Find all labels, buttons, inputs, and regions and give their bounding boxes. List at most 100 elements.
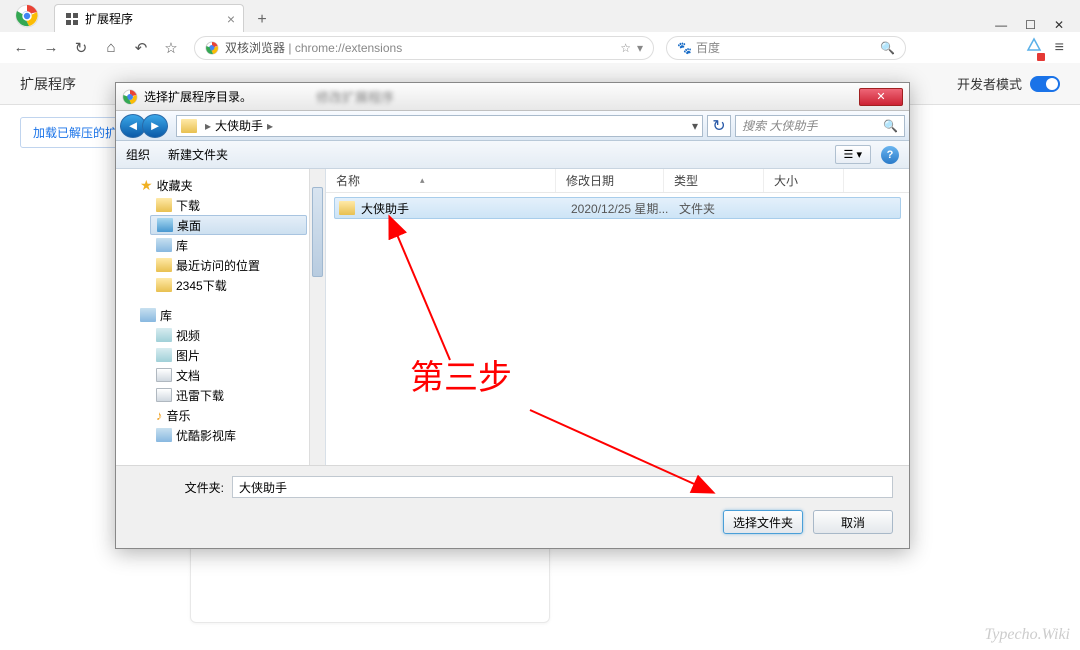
site-favicon-icon — [205, 41, 219, 55]
tree-xunlei[interactable]: 迅雷下载 — [126, 385, 325, 405]
tree-music[interactable]: ♪音乐 — [126, 405, 325, 425]
folder-icon — [156, 278, 172, 292]
browser-tab[interactable]: 扩展程序 × — [54, 4, 244, 32]
annotation-label: 第三步 — [410, 350, 512, 399]
reload-button[interactable]: ↻ — [68, 35, 94, 61]
tree-youku[interactable]: 优酷影视库 — [126, 425, 325, 445]
tab-strip: 扩展程序 × + — ☐ ✕ — [0, 0, 1080, 32]
baidu-icon: 🐾 — [677, 41, 692, 55]
browser-chrome: 扩展程序 × + — ☐ ✕ ← → ↻ ⌂ ↶ ☆ 双核浏览器 | chrom… — [0, 0, 1080, 63]
url-actions: ☆ ▾ — [620, 41, 643, 55]
scrollbar-thumb[interactable] — [312, 187, 323, 277]
menu-button[interactable]: ≡ — [1055, 39, 1064, 57]
cancel-button[interactable]: 取消 — [813, 510, 893, 534]
folder-icon — [181, 119, 197, 133]
new-tab-button[interactable]: + — [250, 8, 274, 32]
watermark: Typecho.Wiki — [985, 626, 1070, 644]
search-placeholder: 搜索 大侠助手 — [742, 117, 817, 134]
folder-icon — [156, 428, 172, 442]
col-name[interactable]: 名称▴ — [326, 169, 556, 192]
dialog-body: ★收藏夹 下载 桌面 库 最近访问的位置 2345下载 库 视频 图片 文档 迅… — [116, 169, 909, 465]
tree-documents[interactable]: 文档 — [126, 365, 325, 385]
dialog-icon — [122, 89, 138, 105]
window-controls: — ☐ ✕ — [979, 18, 1080, 32]
folder-icon — [156, 258, 172, 272]
file-row-selected[interactable]: 大侠助手 2020/12/25 星期... 文件夹 — [334, 197, 901, 219]
column-headers[interactable]: 名称▴ 修改日期 类型 大小 — [326, 169, 909, 193]
tree-pictures[interactable]: 图片 — [126, 345, 325, 365]
col-type[interactable]: 类型 — [664, 169, 764, 192]
col-date[interactable]: 修改日期 — [556, 169, 664, 192]
dialog-titlebar[interactable]: 选择扩展程序目录。 修改扩展程序 ✕ — [116, 83, 909, 111]
new-folder-button[interactable]: 新建文件夹 — [168, 146, 228, 163]
tree-recent[interactable]: 最近访问的位置 — [126, 255, 325, 275]
url-input[interactable]: 双核浏览器 | chrome://extensions ☆ ▾ — [194, 36, 654, 60]
file-date: 2020/12/25 星期... — [571, 200, 679, 217]
chevron-right-icon: ▸ — [205, 119, 211, 133]
help-button[interactable]: ? — [881, 146, 899, 164]
tab-close-icon[interactable]: × — [227, 11, 235, 27]
breadcrumb-item[interactable]: 大侠助手 — [215, 117, 263, 134]
dialog-close-button[interactable]: ✕ — [859, 88, 903, 106]
star-icon[interactable]: ☆ — [620, 41, 631, 55]
select-folder-button[interactable]: 选择文件夹 — [723, 510, 803, 534]
tree-video[interactable]: 视频 — [126, 325, 325, 345]
col-size[interactable]: 大小 — [764, 169, 844, 192]
page-title: 扩展程序 — [20, 74, 76, 94]
refresh-button[interactable]: ↻ — [707, 115, 731, 137]
load-unpacked-button[interactable]: 加载已解压的扩 — [20, 117, 130, 148]
pictures-icon — [156, 348, 172, 362]
notification-icon[interactable] — [1025, 36, 1043, 59]
bookmark-button[interactable]: ☆ — [158, 35, 184, 61]
breadcrumb-dropdown-icon[interactable]: ▾ — [692, 119, 698, 133]
back-button[interactable]: ← — [8, 35, 34, 61]
nav-forward-button[interactable]: ► — [142, 114, 168, 138]
tree-scrollbar[interactable] — [309, 169, 325, 465]
search-input[interactable]: 🐾 百度 🔍 — [666, 36, 906, 60]
folder-picker-dialog: 选择扩展程序目录。 修改扩展程序 ✕ ◄ ► ▸ 大侠助手 ▸ ▾ ↻ 搜索 大… — [115, 82, 910, 549]
tree-2345[interactable]: 2345下载 — [126, 275, 325, 295]
blurred-text: 修改扩展程序 — [316, 87, 394, 106]
tree-favorites[interactable]: ★收藏夹 — [126, 175, 325, 195]
star-icon: ★ — [140, 177, 153, 194]
developer-mode-toggle[interactable]: 开发者模式 — [957, 74, 1060, 93]
view-mode-button[interactable]: ☰ ▾ — [835, 145, 871, 164]
music-icon: ♪ — [156, 408, 163, 423]
video-icon — [156, 328, 172, 342]
url-text: 双核浏览器 | chrome://extensions — [225, 39, 402, 56]
address-bar: ← → ↻ ⌂ ↶ ☆ 双核浏览器 | chrome://extensions … — [0, 32, 1080, 63]
file-name: 大侠助手 — [361, 200, 571, 217]
dropdown-icon[interactable]: ▾ — [637, 41, 643, 55]
file-type: 文件夹 — [679, 200, 715, 217]
extensions-icon — [65, 12, 79, 26]
tree-library[interactable]: 库 — [126, 235, 325, 255]
folder-icon — [156, 198, 172, 212]
organize-button[interactable]: 组织 — [126, 146, 150, 163]
dialog-search-input[interactable]: 搜索 大侠助手 🔍 — [735, 115, 905, 137]
minimize-button[interactable]: — — [995, 18, 1007, 32]
tree-downloads[interactable]: 下载 — [126, 195, 325, 215]
breadcrumb[interactable]: ▸ 大侠助手 ▸ ▾ — [176, 115, 703, 137]
folder-name-input[interactable] — [232, 476, 893, 498]
close-button[interactable]: ✕ — [1054, 18, 1064, 32]
file-list[interactable]: 名称▴ 修改日期 类型 大小 大侠助手 2020/12/25 星期... 文件夹 — [326, 169, 909, 465]
document-icon — [156, 388, 172, 402]
chevron-right-icon: ▸ — [267, 119, 273, 133]
history-button[interactable]: ↶ — [128, 35, 154, 61]
tree-lib-header[interactable]: 库 — [126, 305, 325, 325]
folder-tree[interactable]: ★收藏夹 下载 桌面 库 最近访问的位置 2345下载 库 视频 图片 文档 迅… — [116, 169, 326, 465]
dialog-nav-bar: ◄ ► ▸ 大侠助手 ▸ ▾ ↻ 搜索 大侠助手 🔍 — [116, 111, 909, 141]
toggle-switch[interactable] — [1030, 76, 1060, 92]
folder-field-label: 文件夹: — [132, 479, 232, 496]
search-icon[interactable]: 🔍 — [880, 41, 895, 55]
search-engine-label: 百度 — [696, 39, 720, 56]
document-icon — [156, 368, 172, 382]
dialog-title: 选择扩展程序目录。 — [144, 88, 252, 105]
forward-button[interactable]: → — [38, 35, 64, 61]
search-icon[interactable]: 🔍 — [883, 119, 898, 133]
sort-indicator-icon: ▴ — [420, 175, 425, 186]
maximize-button[interactable]: ☐ — [1025, 18, 1036, 32]
tree-desktop[interactable]: 桌面 — [150, 215, 307, 235]
browser-logo — [8, 0, 46, 32]
home-button[interactable]: ⌂ — [98, 35, 124, 61]
